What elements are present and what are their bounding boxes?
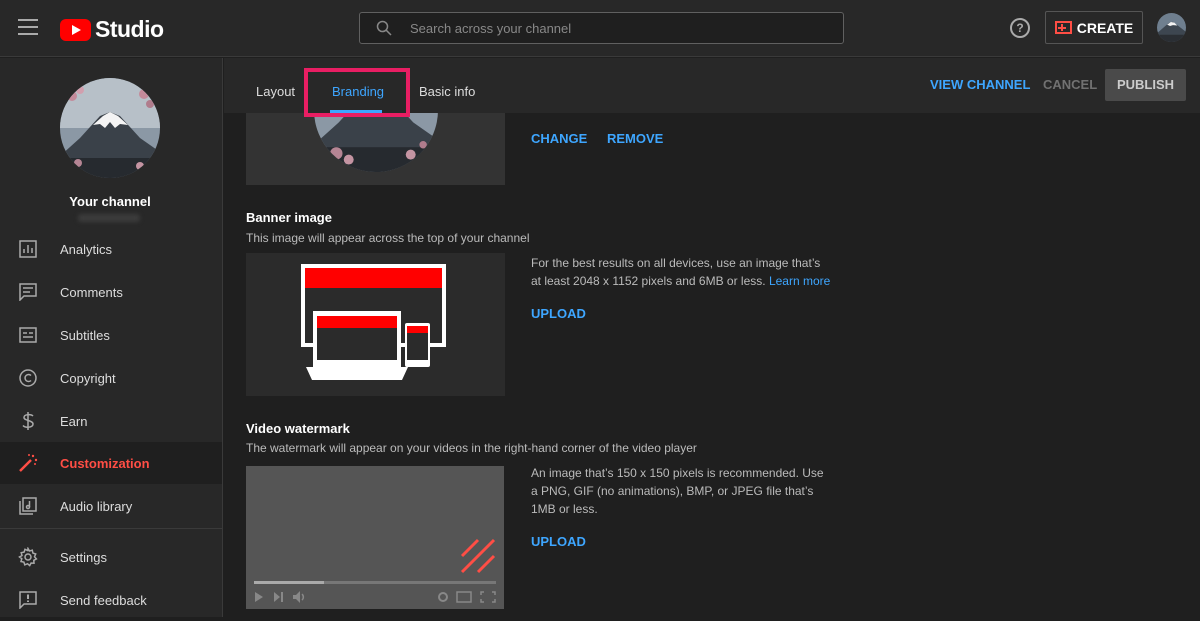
sidebar-item-audio-library[interactable]: Audio library [0, 485, 222, 527]
top-bar: Studio ? CREATE [0, 0, 1200, 57]
remove-picture-button[interactable]: REMOVE [607, 131, 663, 146]
watermark-placeholder-icon [460, 538, 496, 574]
watermark-help: An image that’s 150 x 150 pixels is reco… [531, 466, 824, 516]
video-progress-bar [254, 581, 496, 584]
channel-title: Your channel [69, 194, 151, 209]
banner-description: This image will appear across the top of… [246, 231, 530, 245]
volume-icon [293, 591, 300, 603]
view-channel-button[interactable]: VIEW CHANNEL [930, 77, 1030, 92]
sidebar-item-label: Settings [60, 549, 107, 565]
banner-help: For the best results on all devices, use… [531, 254, 831, 290]
tab-layout[interactable]: Layout [256, 84, 295, 99]
create-button[interactable]: CREATE [1045, 11, 1143, 44]
help-icon[interactable]: ? [1010, 18, 1030, 38]
account-avatar[interactable] [1157, 13, 1186, 42]
sidebar-divider [0, 528, 222, 529]
studio-logo[interactable]: Studio [60, 16, 164, 43]
theater-icon [456, 591, 472, 603]
dollar-icon [17, 410, 39, 432]
magic-wand-icon [17, 452, 39, 474]
hamburger-menu-icon[interactable] [18, 19, 38, 35]
sidebar-item-send-feedback[interactable]: Send feedback [0, 579, 222, 621]
youtube-play-icon [60, 18, 91, 41]
sidebar-item-label: Analytics [60, 241, 113, 257]
banner-upload-button[interactable]: UPLOAD [531, 306, 586, 321]
sidebar: Your channel Analytics Comments Subtitle… [0, 58, 223, 617]
watermark-description: The watermark will appear on your videos… [246, 441, 697, 455]
fullscreen-icon [480, 591, 496, 603]
watermark-upload-button[interactable]: UPLOAD [531, 534, 586, 549]
audio-library-icon [17, 495, 39, 517]
sidebar-item-label: Customization [60, 455, 150, 471]
create-label: CREATE [1076, 19, 1134, 36]
sidebar-item-subtitles[interactable]: Subtitles [0, 314, 222, 356]
sidebar-item-copyright[interactable]: Copyright [0, 357, 222, 399]
sidebar-item-customization[interactable]: Customization [0, 442, 222, 484]
publish-button[interactable]: PUBLISH [1105, 69, 1186, 101]
sidebar-item-label: Audio library [60, 498, 133, 514]
sidebar-item-label: Comments [60, 284, 123, 300]
create-video-icon [1054, 21, 1072, 34]
sidebar-item-settings[interactable]: Settings [0, 536, 222, 578]
sidebar-item-label: Send feedback [60, 592, 147, 608]
sidebar-item-label: Subtitles [60, 327, 110, 343]
gear-icon [17, 546, 39, 568]
cancel-button[interactable]: CANCEL [1043, 77, 1097, 92]
progress-fill [254, 581, 325, 584]
tab-basic-info[interactable]: Basic info [419, 84, 475, 99]
search-icon [376, 20, 392, 36]
play-icon [255, 592, 263, 602]
analytics-icon [17, 238, 39, 260]
channel-avatar[interactable] [60, 78, 160, 178]
learn-more-link[interactable]: Learn more [769, 274, 830, 288]
sidebar-item-label: Copyright [60, 370, 116, 386]
devices-illustration [301, 264, 446, 380]
change-picture-button[interactable]: CHANGE [531, 131, 587, 146]
sidebar-item-earn[interactable]: Earn [0, 400, 222, 442]
sidebar-item-analytics[interactable]: Analytics [0, 228, 222, 270]
watermark-preview [246, 466, 504, 609]
sidebar-item-label: Earn [60, 413, 88, 429]
search-bar[interactable] [359, 12, 844, 44]
search-input[interactable] [410, 13, 830, 43]
highlight-annotation [304, 68, 410, 117]
next-icon [274, 592, 280, 602]
copyright-icon [17, 367, 39, 389]
banner-title: Banner image [246, 210, 332, 225]
main-content: Layout Branding Basic info VIEW CHANNEL … [224, 58, 1200, 617]
banner-preview [246, 253, 505, 396]
comments-icon [17, 281, 39, 303]
player-controls [255, 591, 496, 603]
watermark-title: Video watermark [246, 421, 350, 436]
feedback-icon [17, 589, 39, 611]
sidebar-item-comments[interactable]: Comments [0, 271, 222, 313]
subtitles-icon [17, 324, 39, 346]
channel-name-blurred [78, 214, 140, 222]
logo-text: Studio [95, 16, 164, 42]
settings-icon [438, 592, 448, 602]
